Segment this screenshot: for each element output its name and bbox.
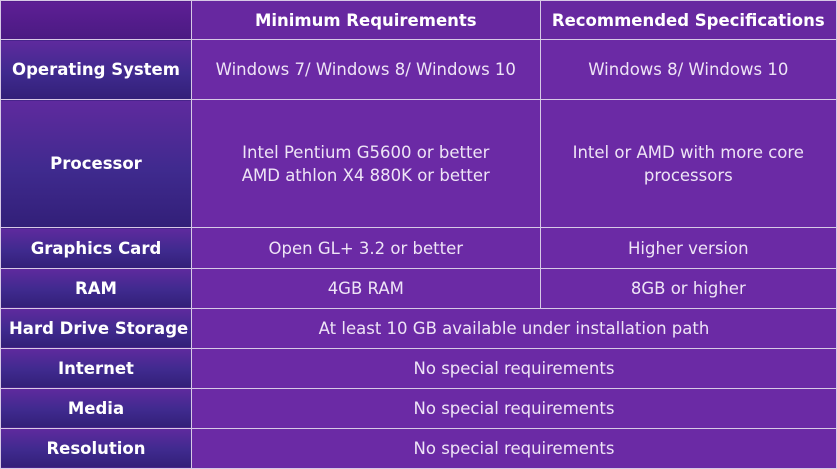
graphics-recommended-value: Higher version <box>539 227 837 269</box>
resolution-value: No special requirements <box>190 427 837 469</box>
row-label-hard-drive-storage: Hard Drive Storage <box>0 307 192 349</box>
table-row-ram: RAM 4GB RAM 8GB or higher <box>0 267 837 309</box>
table-row-operating-system: Operating System Windows 7/ Windows 8/ W… <box>0 39 837 101</box>
row-label-graphics-card: Graphics Card <box>0 227 192 269</box>
os-recommended-value: Windows 8/ Windows 10 <box>539 39 837 101</box>
processor-minimum-line-2: AMD athlon X4 880K or better <box>241 165 490 185</box>
processor-recommended-line-1: Intel or AMD with more core <box>572 142 804 162</box>
row-label-processor: Processor <box>0 99 192 229</box>
header-minimum-requirements: Minimum Requirements <box>190 0 541 41</box>
row-label-media: Media <box>0 387 192 429</box>
os-minimum-value: Windows 7/ Windows 8/ Windows 10 <box>190 39 541 101</box>
row-label-internet: Internet <box>0 347 192 389</box>
header-corner-cell <box>0 0 192 41</box>
table-row-internet: Internet No special requirements <box>0 347 837 389</box>
processor-recommended-value: Intel or AMD with more core processors <box>539 99 837 229</box>
row-label-resolution: Resolution <box>0 427 192 469</box>
table-row-media: Media No special requirements <box>0 387 837 429</box>
graphics-minimum-value: Open GL+ 3.2 or better <box>190 227 541 269</box>
system-requirements-table: Minimum Requirements Recommended Specifi… <box>0 0 837 469</box>
row-label-operating-system: Operating System <box>0 39 192 101</box>
ram-recommended-value: 8GB or higher <box>539 267 837 309</box>
table-row-resolution: Resolution No special requirements <box>0 427 837 469</box>
processor-minimum-value: Intel Pentium G5600 or better AMD athlon… <box>190 99 541 229</box>
storage-value: At least 10 GB available under installat… <box>190 307 837 349</box>
table-row-graphics-card: Graphics Card Open GL+ 3.2 or better Hig… <box>0 227 837 269</box>
processor-minimum-line-1: Intel Pentium G5600 or better <box>242 142 490 162</box>
table-row-processor: Processor Intel Pentium G5600 or better … <box>0 99 837 229</box>
media-value: No special requirements <box>190 387 837 429</box>
ram-minimum-value: 4GB RAM <box>190 267 541 309</box>
processor-recommended-line-2: processors <box>643 165 733 185</box>
table-row-hard-drive-storage: Hard Drive Storage At least 10 GB availa… <box>0 307 837 349</box>
header-recommended-specifications: Recommended Specifications <box>539 0 837 41</box>
header-row: Minimum Requirements Recommended Specifi… <box>0 0 837 41</box>
row-label-ram: RAM <box>0 267 192 309</box>
internet-value: No special requirements <box>190 347 837 389</box>
